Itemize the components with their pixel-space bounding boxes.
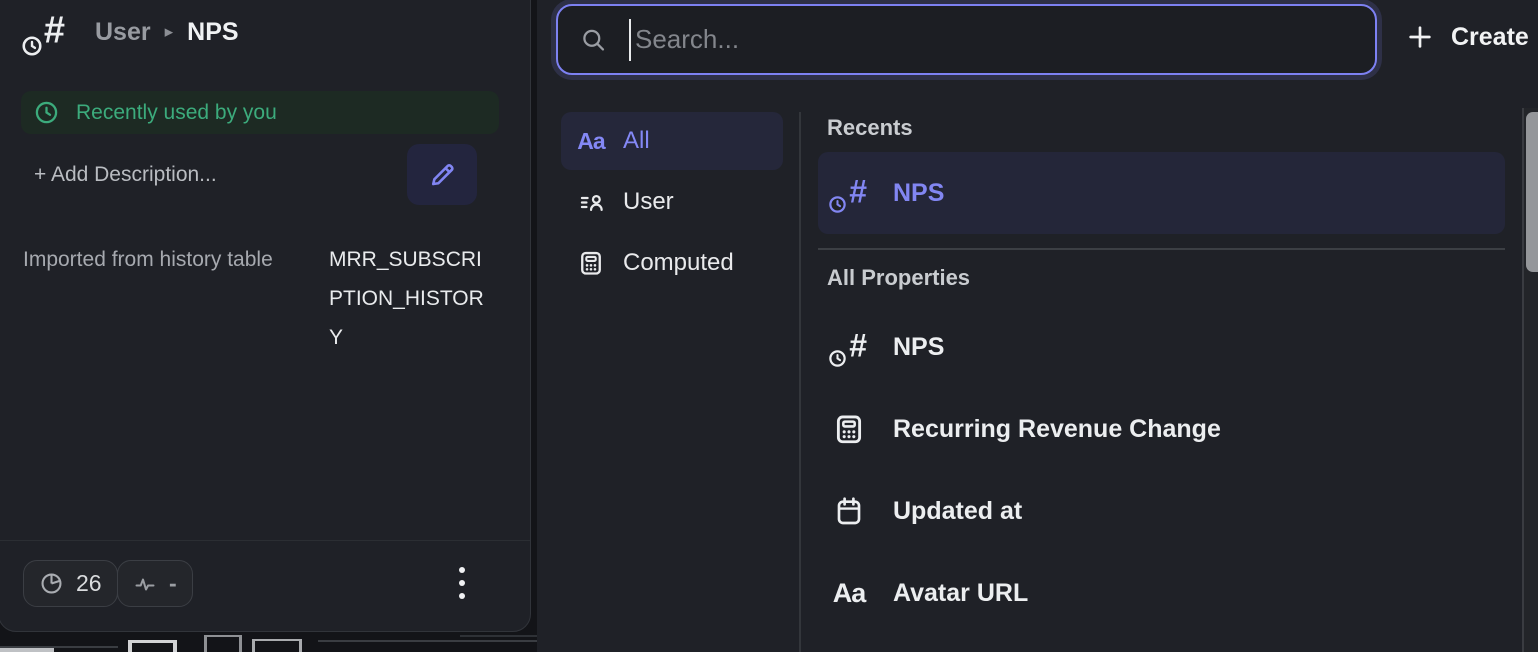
result-row-recurring-revenue-change[interactable]: Recurring Revenue Change: [818, 388, 1505, 470]
number-clock-icon: #: [23, 11, 65, 53]
imported-table-name: MRR_SUBSCRIPTION_HISTORY: [329, 240, 493, 357]
create-label: Create: [1451, 23, 1529, 52]
search-input[interactable]: [558, 6, 1375, 73]
calculator-icon: [576, 249, 606, 277]
tab-label: All: [623, 127, 650, 155]
scrollbar-thumb[interactable]: [1526, 112, 1538, 272]
calculator-icon: [830, 412, 868, 446]
aa-text-icon: Aa: [833, 578, 866, 609]
tab-user[interactable]: User: [561, 173, 783, 231]
background-chart-peek: [0, 632, 537, 652]
number-clock-icon: #: [831, 329, 867, 365]
section-title-recents: Recents: [818, 112, 1505, 144]
result-row-updated-at[interactable]: Updated at: [818, 470, 1505, 552]
search-icon: [580, 26, 607, 53]
result-label: Avatar URL: [893, 579, 1028, 608]
plus-icon: [1406, 23, 1434, 51]
result-label: Recurring Revenue Change: [893, 415, 1221, 444]
aa-text-icon: Aa: [576, 128, 606, 155]
tab-label: User: [623, 188, 674, 216]
activity-pulse-icon: [133, 572, 157, 596]
trend-value: -: [169, 570, 177, 597]
breadcrumb-parent[interactable]: User: [95, 18, 151, 47]
horizontal-divider: [818, 248, 1505, 250]
pencil-icon: [427, 160, 457, 190]
imported-from-label: Imported from history table: [23, 245, 329, 357]
recently-used-label: Recently used by you: [76, 101, 277, 125]
result-label: Updated at: [893, 497, 1022, 526]
result-row-avatar-url[interactable]: Aa Avatar URL: [818, 552, 1505, 634]
result-label: NPS: [893, 179, 944, 208]
result-label: NPS: [893, 333, 944, 362]
add-description-button[interactable]: + Add Description...: [34, 163, 217, 187]
tab-computed[interactable]: Computed: [561, 234, 783, 292]
breadcrumb: User ▸ NPS: [95, 18, 239, 47]
result-row-nps[interactable]: # NPS: [818, 306, 1505, 388]
breadcrumb-separator-icon: ▸: [165, 22, 174, 42]
background-bar: [0, 648, 54, 652]
breadcrumb-current: NPS: [187, 18, 238, 47]
create-button[interactable]: Create: [1406, 4, 1529, 70]
tab-all[interactable]: Aa All: [561, 112, 783, 170]
trend-button[interactable]: -: [117, 560, 193, 607]
chart-count-value: 26: [76, 570, 102, 597]
property-list: # NPS: [818, 306, 1505, 634]
user-list-icon: [576, 189, 606, 216]
calendar-icon: [830, 495, 868, 527]
recently-used-badge: Recently used by you: [21, 91, 499, 134]
chart-count-button[interactable]: 26: [23, 560, 118, 607]
property-search-modal: Create Aa All User: [537, 0, 1538, 652]
pie-chart-icon: [39, 571, 64, 596]
panel-footer: 26 -: [0, 540, 530, 627]
number-clock-icon: #: [831, 175, 867, 211]
edit-description-button[interactable]: [407, 144, 477, 205]
text-caret: [629, 19, 631, 61]
results-pane: Recents # NPS All Properties: [818, 112, 1505, 634]
kebab-menu-icon[interactable]: [447, 555, 477, 611]
description-row: + Add Description...: [0, 144, 530, 205]
result-row-nps-recent[interactable]: # NPS: [818, 152, 1505, 234]
vertical-divider: [799, 112, 801, 652]
tab-label: Computed: [623, 249, 734, 277]
search-box: [556, 4, 1377, 75]
property-detail-panel: # User ▸ NPS Recently used by you + Add …: [0, 0, 531, 632]
property-header: # User ▸ NPS: [23, 11, 239, 53]
section-title-all-properties: All Properties: [818, 262, 1505, 294]
type-filter-nav: Aa All User Computed: [561, 112, 783, 292]
imported-from-row: Imported from history table MRR_SUBSCRIP…: [23, 245, 503, 357]
clock-icon: [34, 100, 59, 125]
